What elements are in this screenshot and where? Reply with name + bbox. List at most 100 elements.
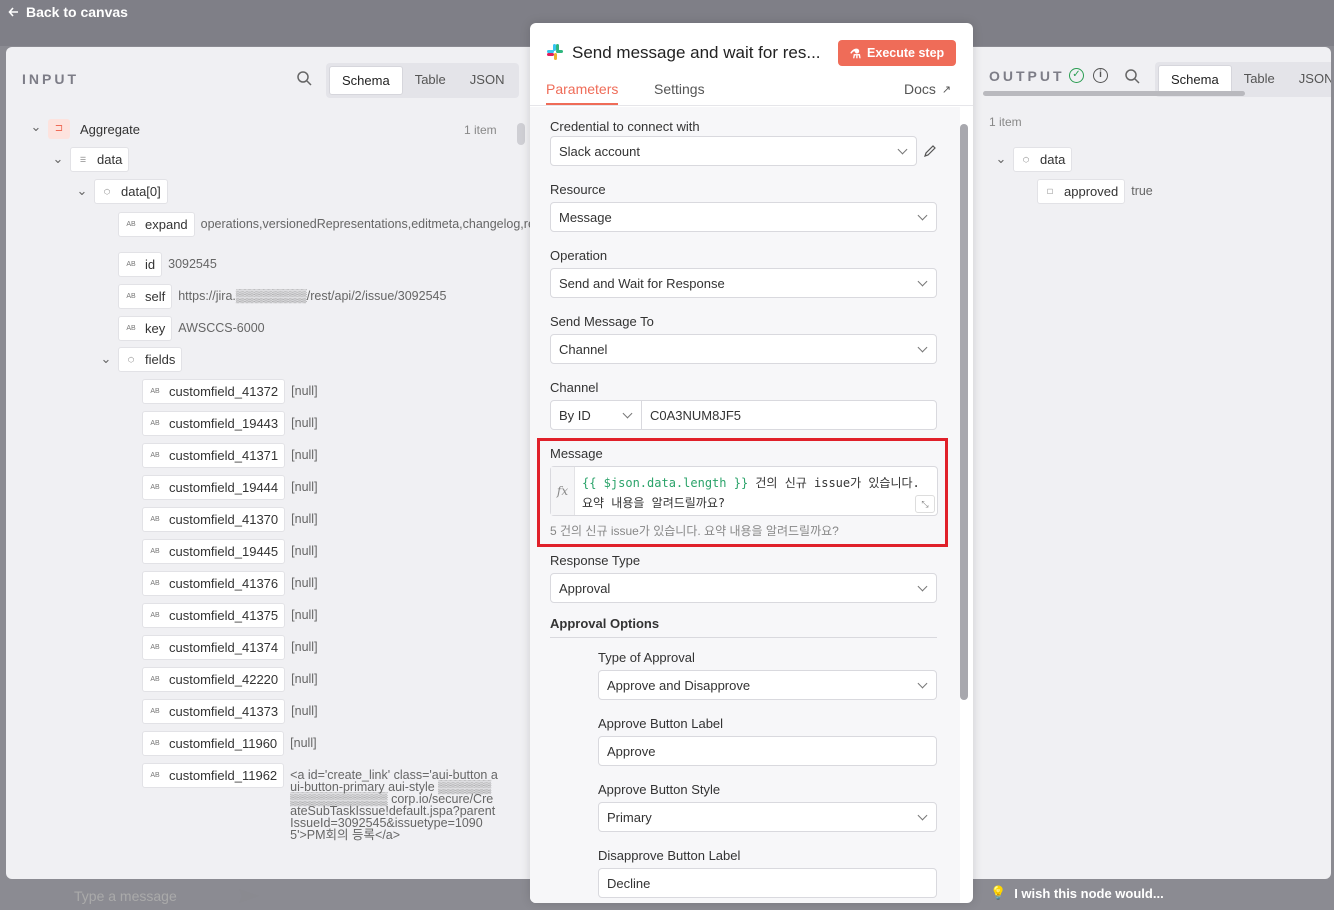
aggregate-node-label: Aggregate [80,121,140,137]
info-icon[interactable]: i [1093,68,1108,83]
tree-leaf-customfield[interactable]: AB customfield_41372 [null] [142,379,318,404]
leaf-value: [null] [291,416,318,430]
leaf-key: expand [145,217,188,232]
chevron-down-icon[interactable]: ⌄ [76,183,88,198]
tree-leaf-id[interactable]: AB id 3092545 [118,252,217,277]
docs-link[interactable]: Docs ↗ [904,81,951,97]
string-type-icon: AB [150,740,160,747]
leaf-key: customfield_11962 [169,768,278,783]
approval-options-title: Approval Options [550,616,937,638]
leaf-key: customfield_19445 [169,544,279,559]
leaf-value: https://jira.▒▒▒▒▒▒▒▒/rest/api/2/issue/3… [178,289,447,303]
tree-node-aggregate[interactable]: ⌄ ⊐ Aggregate [30,115,140,143]
tab-table[interactable]: Table [403,66,458,95]
input-view-tabs: Schema Table JSON [326,63,520,98]
string-type-icon: AB [126,261,136,268]
input-scrollbar[interactable] [517,123,525,145]
search-icon[interactable] [1124,68,1140,84]
leaf-key: customfield_41373 [169,704,279,719]
aggregate-node-icon: ⊐ [48,119,70,139]
tree-leaf-key[interactable]: AB key AWSCCS-6000 [118,316,265,341]
tree-leaf-customfield[interactable]: AB customfield_11962 <a id='create_link' c… [142,763,498,841]
parameters-scrollbar[interactable] [960,124,968,700]
tab-table[interactable]: Table [1232,65,1287,94]
leaf-key: approved [1064,184,1119,199]
leaf-value: [null] [291,576,318,590]
leaf-key: customfield_41375 [169,608,279,623]
search-icon[interactable] [296,70,312,86]
tree-leaf-customfield[interactable]: AB customfield_41376 [null] [142,571,318,596]
feedback-link[interactable]: 💡 I wish this node would... [990,885,1164,901]
response-type-select[interactable]: Approval [550,573,937,603]
tree-leaf-customfield[interactable]: AB customfield_41375 [null] [142,603,318,628]
string-type-icon: AB [150,484,160,491]
leaf-value: [null] [291,448,318,462]
tree-leaf-self[interactable]: AB self https://jira.▒▒▒▒▒▒▒▒/rest/api/2/… [118,284,446,309]
string-type-icon: AB [126,221,136,228]
chevron-down-icon[interactable]: ⌄ [100,351,112,366]
tree-leaf-customfield[interactable]: AB customfield_19443 [null] [142,411,318,436]
leaf-value: [null] [291,704,318,718]
send-icon[interactable] [238,888,260,904]
tree-node-fields[interactable]: ⌄ ⬡ fields [100,347,183,372]
input-panel-title: INPUT [22,71,79,87]
tree-leaf-customfield[interactable]: AB customfield_42220 [null] [142,667,318,692]
object-icon: ⬡ [1022,156,1030,164]
output-node-data[interactable]: ⌄ ⬡ data [995,147,1073,172]
leaf-key: self [145,289,166,304]
tree-leaf-customfield[interactable]: AB customfield_19445 [null] [142,539,318,564]
credential-label: Credential to connect with [550,119,700,134]
output-leaf-approved[interactable]: ☐ approved true [1037,179,1153,204]
leaf-key: customfield_42220 [169,672,279,687]
channel-id-input[interactable]: C0A3NUM8JF5 [641,400,937,430]
resource-select[interactable]: Message [550,202,937,232]
credential-select[interactable]: Slack account [550,136,917,166]
approve-button-label-label: Approve Button Label [598,716,724,731]
channel-label: Channel [550,380,599,395]
tab-settings[interactable]: Settings [654,81,705,103]
leaf-key: customfield_41372 [169,384,279,399]
tree-leaf-customfield[interactable]: AB customfield_11960 [null] [142,731,317,756]
chevron-down-icon[interactable]: ⌄ [30,119,42,134]
back-to-canvas-button[interactable]: Back to canvas [8,4,128,20]
leaf-key: customfield_41376 [169,576,279,591]
tree-leaf-customfield[interactable]: AB customfield_41373 [null] [142,699,318,724]
pencil-icon[interactable] [923,144,937,158]
data-key-label: data [97,152,123,167]
tree-leaf-customfield[interactable]: AB customfield_41370 [null] [142,507,318,532]
execute-step-button[interactable]: ⚗ Execute step [838,40,956,66]
docs-label: Docs [904,81,936,97]
approve-button-style-select[interactable]: Primary [598,802,937,832]
tree-leaf-customfield[interactable]: AB customfield_41371 [null] [142,443,318,468]
send-to-select[interactable]: Channel [550,334,937,364]
tree-leaf-expand[interactable]: AB expand operations,versionedRepresentat… [118,212,530,237]
tree-leaf-customfield[interactable]: AB customfield_19444 [null] [142,475,318,500]
leaf-key: customfield_41374 [169,640,279,655]
node-title[interactable]: Send message and wait for res... [572,43,821,63]
string-type-icon: AB [150,708,160,715]
leaf-value: true [1131,184,1153,198]
tree-node-data[interactable]: ⌄ ☰ data [52,147,130,172]
leaf-key: id [145,257,156,272]
fields-key-label: fields [145,352,176,367]
leaf-key: customfield_19443 [169,416,279,431]
resource-label: Resource [550,182,606,197]
operation-select[interactable]: Send and Wait for Response [550,268,937,298]
approve-button-label-input[interactable]: Approve [598,736,937,766]
tab-schema[interactable]: Schema [329,66,403,95]
type-of-approval-select[interactable]: Approve and Disapprove [598,670,937,700]
tab-schema[interactable]: Schema [1158,65,1232,94]
channel-mode-select[interactable]: By ID [550,400,642,430]
tab-json[interactable]: JSON [458,66,517,95]
tree-node-data0[interactable]: ⌄ ⬡ data[0] [76,179,168,204]
tab-parameters[interactable]: Parameters [546,81,619,105]
tree-leaf-customfield[interactable]: AB customfield_41374 [null] [142,635,318,660]
chevron-down-icon[interactable]: ⌄ [52,151,64,166]
output-scrollbar[interactable] [983,91,1245,96]
lightbulb-icon: 💡 [990,885,1007,900]
string-type-icon: AB [150,580,160,587]
tab-json[interactable]: JSON [1287,65,1331,94]
chevron-down-icon[interactable]: ⌄ [995,151,1007,166]
send-to-label: Send Message To [550,314,654,329]
disapprove-button-label-input[interactable]: Decline [598,868,937,898]
